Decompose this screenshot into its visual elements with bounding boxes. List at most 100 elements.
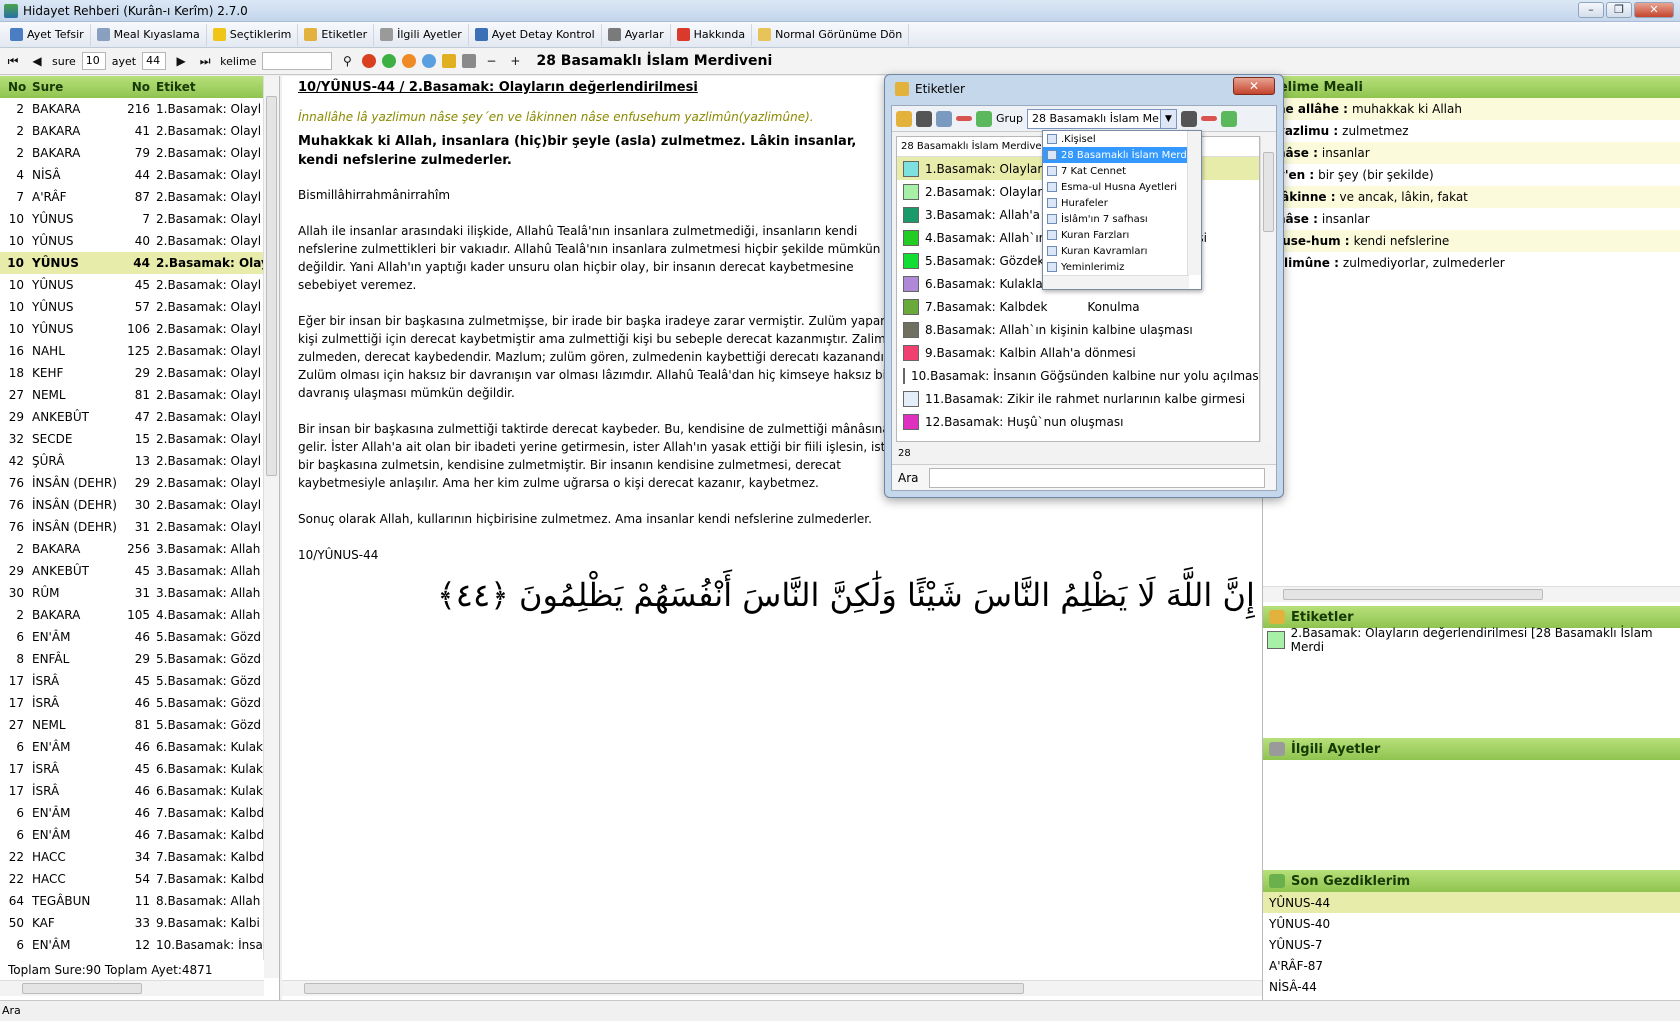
table-row[interactable]: 76 İNSÂN (DEHR) 30 2.Basamak: Olayl bbox=[0, 494, 279, 516]
middle-horizontal-scrollbar[interactable] bbox=[282, 980, 1262, 996]
sure-input[interactable]: 10 bbox=[81, 52, 106, 70]
tag-list-scrollbar[interactable] bbox=[1260, 136, 1276, 442]
maximize-button[interactable]: ❐ bbox=[1606, 2, 1632, 18]
table-row[interactable]: 64 TEGÂBUN 11 8.Basamak: Allah bbox=[0, 890, 279, 912]
header-no2[interactable]: No bbox=[126, 80, 156, 94]
history-item[interactable]: YÛNUS-44 bbox=[1263, 892, 1680, 913]
table-row[interactable]: 2 BAKARA 105 4.Basamak: Allah bbox=[0, 604, 279, 626]
table-row[interactable]: 17 İSRÂ 46 5.Basamak: Gözd bbox=[0, 692, 279, 714]
dropdown-option[interactable]: Hurafeler bbox=[1043, 195, 1201, 211]
tag-row[interactable]: 8.Basamak: Allah`ın kişinin kalbine ulaş… bbox=[897, 318, 1259, 341]
search-icon[interactable]: ⚲ bbox=[338, 54, 356, 68]
table-row[interactable]: 6 EN'ÂM 46 6.Basamak: Kulak bbox=[0, 736, 279, 758]
table-row[interactable]: 10 YÛNUS 45 2.Basamak: Olayl bbox=[0, 274, 279, 296]
dialog-search-input[interactable] bbox=[928, 467, 1265, 488]
dropdown-horizontal-scrollbar[interactable] bbox=[1043, 275, 1189, 289]
table-row[interactable]: 6 EN'ÂM 46 7.Basamak: Kalbd bbox=[0, 824, 279, 846]
dropdown-option[interactable]: .Kişisel bbox=[1043, 131, 1201, 147]
table-row[interactable]: 22 HACC 34 7.Basamak: Kalbd bbox=[0, 846, 279, 868]
table-row[interactable]: 10 YÛNUS 106 2.Basamak: Olayl bbox=[0, 318, 279, 340]
table-row[interactable]: 17 İSRÂ 45 6.Basamak: Kulak bbox=[0, 758, 279, 780]
dialog-close-button[interactable]: ✕ bbox=[1233, 77, 1275, 95]
menu-item[interactable]: Meal Kıyaslama bbox=[91, 23, 207, 46]
table-row[interactable]: 2 BAKARA 256 3.Basamak: Allah bbox=[0, 538, 279, 560]
table-row[interactable]: 8 ENFÂL 29 5.Basamak: Gözd bbox=[0, 648, 279, 670]
prev-button[interactable]: ◀ bbox=[28, 54, 46, 68]
volume-icon[interactable] bbox=[442, 54, 457, 68]
history-item[interactable]: A'RÂF-87 bbox=[1263, 955, 1680, 976]
table-row[interactable]: 30 RÛM 31 3.Basamak: Allah bbox=[0, 582, 279, 604]
repeat-icon[interactable] bbox=[422, 54, 437, 68]
minimize-button[interactable]: – bbox=[1578, 2, 1604, 18]
left-horizontal-scrollbar[interactable] bbox=[0, 980, 264, 996]
table-row[interactable]: 2 BAKARA 41 2.Basamak: Olayl bbox=[0, 120, 279, 142]
add-icon[interactable] bbox=[976, 110, 992, 127]
menu-item[interactable]: Ayet Detay Kontrol bbox=[469, 23, 602, 46]
dropdown-vertical-scrollbar[interactable] bbox=[1187, 131, 1201, 275]
table-row[interactable]: 76 İNSÂN (DEHR) 31 2.Basamak: Olayl bbox=[0, 516, 279, 538]
group-select[interactable]: 28 Basamaklı İslam Merd ▼ bbox=[1027, 108, 1178, 129]
table-row[interactable]: 50 KAF 33 9.Basamak: Kalbi bbox=[0, 912, 279, 934]
dropdown-option[interactable]: Kuran Farzları bbox=[1043, 227, 1201, 243]
table-row[interactable]: 2 BAKARA 79 2.Basamak: Olayl bbox=[0, 142, 279, 164]
left-vertical-scrollbar[interactable] bbox=[263, 76, 279, 978]
table-row[interactable]: 4 NİSÂ 44 2.Basamak: Olayl bbox=[0, 164, 279, 186]
dropdown-option[interactable]: Kuran Kavramları bbox=[1043, 243, 1201, 259]
play-icon[interactable] bbox=[382, 54, 397, 68]
dropdown-option[interactable]: Yeminlerimiz bbox=[1043, 259, 1201, 275]
menu-item[interactable]: Etiketler bbox=[298, 23, 375, 46]
table-row[interactable]: 27 NEML 81 2.Basamak: Olayl bbox=[0, 384, 279, 406]
zoom-out-icon[interactable]: − bbox=[482, 54, 500, 68]
header-sure[interactable]: Sure bbox=[30, 80, 126, 94]
record-icon[interactable] bbox=[362, 54, 377, 68]
history-item[interactable]: YÛNUS-40 bbox=[1263, 913, 1680, 934]
history-item[interactable]: YÛNUS-7 bbox=[1263, 934, 1680, 955]
kelime-input[interactable] bbox=[262, 52, 333, 70]
binoculars-icon[interactable] bbox=[1181, 110, 1198, 127]
binoculars-icon[interactable] bbox=[916, 110, 932, 127]
ayet-input[interactable]: 44 bbox=[142, 52, 167, 70]
table-row[interactable]: 7 A'RÂF 87 2.Basamak: Olayl bbox=[0, 186, 279, 208]
tag-row[interactable]: 11.Basamak: Zikir ile rahmet nurlarının … bbox=[897, 387, 1259, 410]
table-row[interactable]: 42 ŞÛRÂ 13 2.Basamak: Olayl bbox=[0, 450, 279, 472]
header-no[interactable]: No bbox=[0, 80, 30, 94]
table-row[interactable]: 10 YÛNUS 57 2.Basamak: Olayl bbox=[0, 296, 279, 318]
remove-group-icon[interactable] bbox=[1201, 116, 1218, 121]
menu-item[interactable]: Ayarlar bbox=[602, 23, 671, 46]
menu-item[interactable]: Hakkında bbox=[671, 23, 753, 46]
remove-icon[interactable] bbox=[956, 116, 972, 121]
table-row[interactable]: 6 EN'ÂM 46 5.Basamak: Gözd bbox=[0, 626, 279, 648]
print-icon[interactable] bbox=[462, 54, 477, 68]
zoom-in-icon[interactable]: + bbox=[506, 54, 524, 68]
menu-item[interactable]: Ayet Tefsir bbox=[4, 23, 91, 46]
table-row[interactable]: 6 EN'ÂM 12 10.Basamak: İnsa bbox=[0, 934, 279, 956]
table-row[interactable]: 29 ANKEBÛT 45 3.Basamak: Allah bbox=[0, 560, 279, 582]
table-row[interactable]: 76 İNSÂN (DEHR) 29 2.Basamak: Olayl bbox=[0, 472, 279, 494]
table-row[interactable]: 16 NAHL 125 2.Basamak: Olayl bbox=[0, 340, 279, 362]
first-button[interactable]: ⏮ bbox=[4, 54, 22, 69]
tag-row[interactable]: 10.Basamak: İnsanın Göğsünden kalbine nu… bbox=[897, 364, 1259, 387]
dropdown-option[interactable]: 7 Kat Cennet bbox=[1043, 163, 1201, 179]
table-row[interactable]: 10 YÛNUS 44 2.Basamak: Olay bbox=[0, 252, 279, 274]
table-row[interactable]: 17 İSRÂ 45 5.Basamak: Gözd bbox=[0, 670, 279, 692]
menu-item[interactable]: Seçtiklerim bbox=[207, 23, 299, 46]
last-button[interactable]: ⏭ bbox=[196, 54, 214, 69]
table-row[interactable]: 22 HACC 54 7.Basamak: Kalbd bbox=[0, 868, 279, 890]
menu-item[interactable]: İlgili Ayetler bbox=[374, 23, 469, 46]
table-row[interactable]: 32 SECDE 15 2.Basamak: Olayl bbox=[0, 428, 279, 450]
dropdown-option[interactable]: İslâm'ın 7 safhası bbox=[1043, 211, 1201, 227]
table-row[interactable]: 18 KEHF 29 2.Basamak: Olayl bbox=[0, 362, 279, 384]
tag-row[interactable]: 9.Basamak: Kalbin Allah'a dönmesi bbox=[897, 341, 1259, 364]
table-row[interactable]: 2 BAKARA 216 1.Basamak: Olayl bbox=[0, 98, 279, 120]
chevron-down-icon[interactable]: ▼ bbox=[1160, 109, 1177, 128]
table-row[interactable]: 17 İSRÂ 46 6.Basamak: Kulak bbox=[0, 780, 279, 802]
header-etiket[interactable]: Etiket bbox=[156, 80, 266, 94]
table-row[interactable]: 10 YÛNUS 40 2.Basamak: Olayl bbox=[0, 230, 279, 252]
menu-item[interactable]: Normal Görünüme Dön bbox=[752, 23, 910, 46]
next-button[interactable]: ▶ bbox=[172, 54, 190, 68]
table-row[interactable]: 27 NEML 81 5.Basamak: Gözd bbox=[0, 714, 279, 736]
table-row[interactable]: 29 ANKEBÛT 47 2.Basamak: Olayl bbox=[0, 406, 279, 428]
tag-row[interactable]: 7.Basamak: Kalbdek Konulma bbox=[897, 295, 1259, 318]
tag-row[interactable]: 12.Basamak: Huşû`nun oluşması bbox=[897, 410, 1259, 433]
table-row[interactable]: 6 EN'ÂM 46 7.Basamak: Kalbd bbox=[0, 802, 279, 824]
